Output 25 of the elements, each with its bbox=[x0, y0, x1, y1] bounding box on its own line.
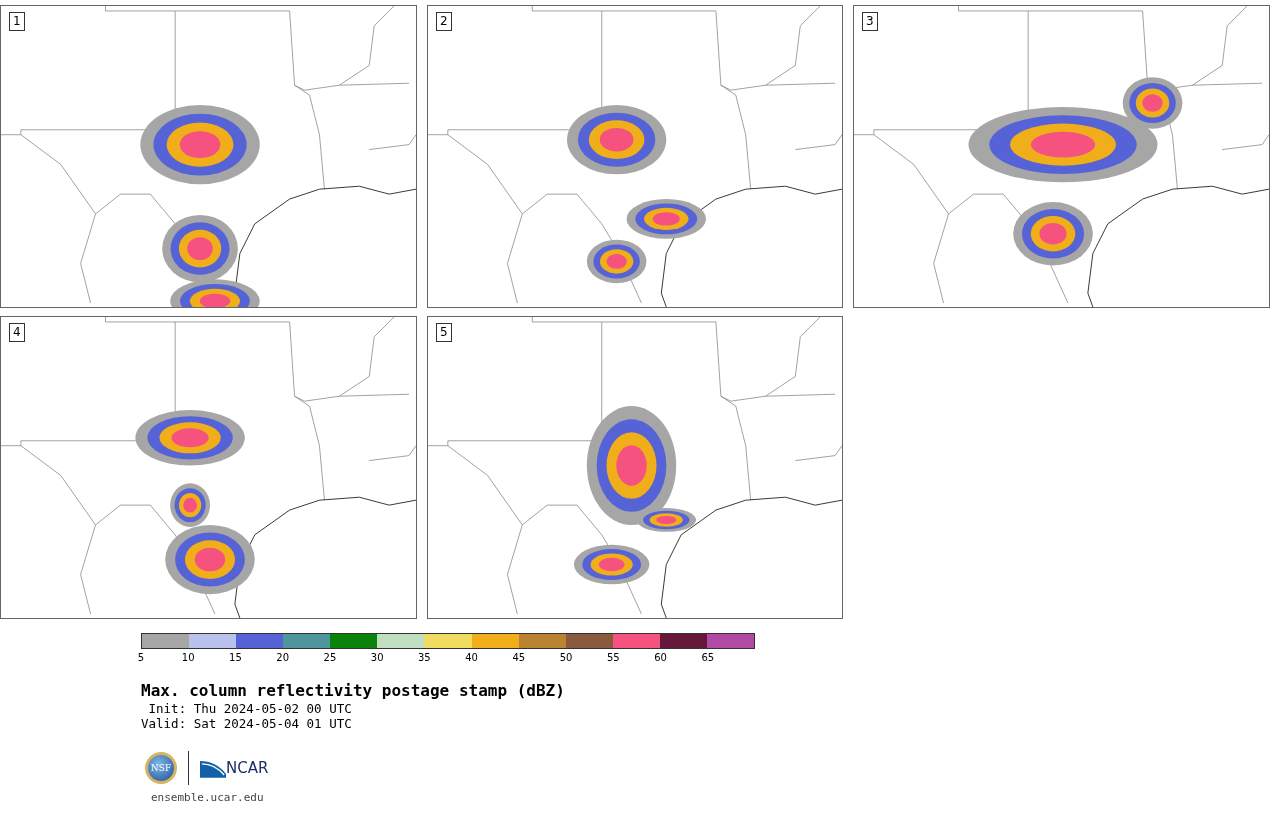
swoosh-icon bbox=[200, 758, 226, 778]
panel-number: 3 bbox=[862, 12, 878, 31]
init-time: Init: Thu 2024-05-02 00 UTC bbox=[147, 701, 353, 716]
scale-label: 45 bbox=[512, 652, 526, 663]
scale-label: 65 bbox=[701, 652, 715, 663]
scale-label: 15 bbox=[229, 652, 242, 663]
scale-label: 60 bbox=[654, 652, 667, 663]
panel-number: 5 bbox=[436, 323, 452, 342]
valid-time: Valid: Sat 2024-05-04 01 UTC bbox=[141, 716, 353, 731]
panel-number: 4 bbox=[9, 323, 25, 342]
chart-title: Max. column reflectivity postage stamp (dBZ) bbox=[141, 681, 566, 701]
scale-label: 20 bbox=[276, 652, 290, 663]
globe-logo: NSF bbox=[145, 752, 177, 784]
logo-text: NCAR bbox=[226, 759, 269, 777]
panel-number: 1 bbox=[9, 12, 25, 31]
scale-label: 5 bbox=[137, 652, 145, 663]
scale-label: 30 bbox=[370, 652, 384, 663]
panel-number: 2 bbox=[436, 12, 452, 31]
scale-label: 55 bbox=[606, 652, 620, 663]
scale-label: 40 bbox=[465, 652, 478, 663]
scale-label: 35 bbox=[418, 652, 431, 663]
scale-label: 25 bbox=[323, 652, 337, 663]
scale-label: 50 bbox=[559, 652, 573, 663]
scale-label: 10 bbox=[181, 652, 195, 663]
website-link[interactable]: ensemble.ucar.edu bbox=[151, 791, 264, 804]
